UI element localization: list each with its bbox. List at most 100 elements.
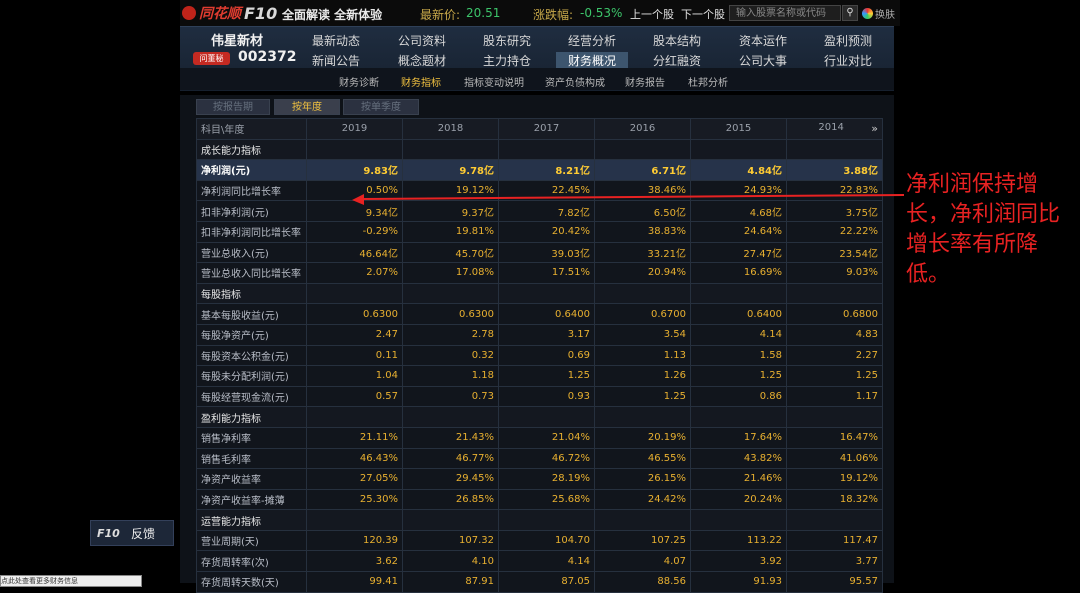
table-cell: [690, 282, 787, 305]
table-cell: 2.47: [306, 323, 403, 346]
subnav-item[interactable]: 财务报告: [625, 74, 665, 89]
period-tab[interactable]: 按单季度: [343, 99, 419, 115]
nav-item[interactable]: 股本结构: [653, 32, 701, 49]
table-cell: [594, 282, 691, 305]
palette-icon: [862, 8, 873, 19]
table-cell: 1.25: [594, 385, 691, 408]
row-label: 净资产收益率-摊薄: [196, 488, 307, 511]
price-label: 最新价:: [420, 8, 461, 22]
subnav-item[interactable]: 指标变动说明: [464, 74, 524, 89]
table-cell: 39.03亿: [498, 241, 595, 264]
nav-item[interactable]: 最新动态: [312, 32, 360, 49]
table-cell: 120.39: [306, 529, 403, 552]
table-cell: [402, 509, 499, 531]
search-input[interactable]: 输入股票名称或代码: [729, 5, 841, 21]
year-label: 2017: [533, 123, 560, 135]
row-label: 基本每股收益(元): [196, 303, 307, 325]
table-cell: 4.14: [498, 550, 595, 573]
row-label: 营业总收入同比增长率: [196, 262, 307, 284]
table-cell: [402, 138, 499, 161]
table-header: 科目\年度 2019 2018 2017 2016 2015 2014 »: [196, 118, 883, 140]
table-cell: 0.6300: [306, 303, 403, 325]
table-row: 每股未分配利润(元) 1.04 1.18 1.25 1.26 1.25 1.25: [196, 365, 883, 387]
year-header: 2018: [402, 118, 499, 140]
nav-item[interactable]: 行业对比: [824, 52, 872, 69]
app-logo: 同花顺 F10: [182, 4, 277, 23]
nav-item[interactable]: 经营分析: [568, 32, 616, 49]
nav-item[interactable]: 主力持仓: [483, 52, 531, 69]
row-label: 每股指标: [196, 282, 307, 305]
nav-item[interactable]: 新闻公告: [312, 52, 360, 69]
nav-item[interactable]: 财务概况: [556, 52, 629, 69]
table-cell: 21.04%: [498, 426, 595, 449]
subnav-item[interactable]: 资产负债构成: [545, 74, 605, 89]
table-cell: 2.07%: [306, 262, 403, 284]
row-label: 每股未分配利润(元): [196, 365, 307, 387]
table-cell: [306, 509, 403, 531]
nav-item[interactable]: 公司资料: [398, 32, 446, 49]
skin-button[interactable]: 换肤: [862, 6, 895, 21]
table-cell: 88.56: [594, 571, 691, 593]
prev-stock-link[interactable]: 上一个股: [630, 6, 674, 22]
table-row: 净资产收益率 27.05% 29.45% 28.19% 26.15% 21.46% 19.1…: [196, 468, 883, 490]
search-button[interactable]: ⚲: [842, 5, 858, 21]
table-cell: [306, 282, 403, 305]
table-cell: [594, 138, 691, 161]
search-icon: ⚲: [846, 7, 854, 18]
table-cell: 22.22%: [786, 220, 883, 243]
price-value: 20.51: [466, 6, 501, 20]
tooltip: 点此处查看更多财务信息: [0, 575, 142, 587]
table-cell: 3.62: [306, 550, 403, 573]
period-tab[interactable]: 按报告期: [196, 99, 270, 115]
more-columns-icon[interactable]: »: [871, 122, 878, 135]
table-row: 营业周期(天) 120.39 107.32 104.70 107.25 113.22 117…: [196, 529, 883, 552]
year-header: 2017: [498, 118, 595, 140]
table-cell: 9.03%: [786, 262, 883, 284]
table-cell: 27.47亿: [690, 241, 787, 264]
table-cell: 16.47%: [786, 426, 883, 449]
nav-item[interactable]: 股东研究: [483, 32, 531, 49]
table-cell: 3.92: [690, 550, 787, 573]
subnav-item[interactable]: 财务诊断: [339, 74, 379, 89]
table-cell: -0.29%: [306, 220, 403, 243]
table-cell: [594, 406, 691, 428]
subnav-item[interactable]: 杜邦分析: [688, 74, 728, 89]
table-row: 每股经营现金流(元) 0.57 0.73 0.93 1.25 0.86 1.17: [196, 385, 883, 408]
row-label: 净利润同比增长率: [196, 179, 307, 202]
table-row: 营业总收入同比增长率 2.07% 17.08% 17.51% 20.94% 16.69% 9…: [196, 262, 883, 284]
table-cell: 0.6800: [786, 303, 883, 325]
table-cell: 20.19%: [594, 426, 691, 449]
ask-secretary-button[interactable]: 问董秘: [193, 52, 230, 65]
table-cell: 4.14: [690, 323, 787, 346]
table-cell: 2.78: [402, 323, 499, 346]
nav-item[interactable]: 公司大事: [739, 52, 787, 69]
subnav-item[interactable]: 财务指标: [401, 74, 441, 89]
row-label: 扣非净利润同比增长率: [196, 220, 307, 243]
table-cell: 20.94%: [594, 262, 691, 284]
table-cell: 3.54: [594, 323, 691, 346]
change-label: 涨跌幅:: [533, 8, 574, 22]
row-label: 销售毛利率: [196, 447, 307, 470]
feedback-button[interactable]: F10 反馈: [90, 520, 174, 546]
table-cell: [306, 138, 403, 161]
table-cell: 25.68%: [498, 488, 595, 511]
nav-item[interactable]: 分红融资: [653, 52, 701, 69]
year-label: 2015: [725, 123, 752, 135]
table-cell: 17.08%: [402, 262, 499, 284]
table-cell: 1.04: [306, 365, 403, 387]
next-stock-link[interactable]: 下一个股: [681, 6, 725, 22]
section-row: 成长能力指标: [196, 138, 883, 161]
table-cell: 33.21亿: [594, 241, 691, 264]
row-label: 营业周期(天): [196, 529, 307, 552]
table-cell: 46.72%: [498, 447, 595, 470]
period-tab[interactable]: 按年度: [274, 99, 340, 115]
table-cell: 24.42%: [594, 488, 691, 511]
nav-item[interactable]: 概念题材: [398, 52, 446, 69]
nav-item[interactable]: 资本运作: [739, 32, 787, 49]
row-label: 每股经营现金流(元): [196, 385, 307, 408]
table-cell: 46.64亿: [306, 241, 403, 264]
table-row: 销售净利率 21.11% 21.43% 21.04% 20.19% 17.64% 16.47…: [196, 426, 883, 449]
table-cell: 26.85%: [402, 488, 499, 511]
table-cell: 0.32: [402, 344, 499, 367]
nav-item[interactable]: 盈利预测: [824, 32, 872, 49]
